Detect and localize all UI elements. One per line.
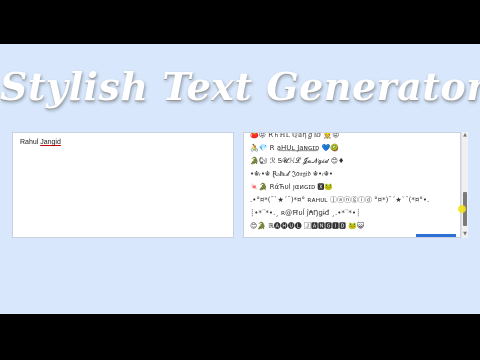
- scroll-down-arrow-icon[interactable]: ▼: [462, 231, 468, 238]
- output-row[interactable]: 🍬🐊 RάЋυl ȷαиɢɪᴅ 🆇🐸: [250, 181, 460, 194]
- mouse-cursor-highlight-icon: [458, 205, 466, 213]
- scroll-up-arrow-icon[interactable]: ▲: [462, 132, 468, 139]
- output-row[interactable]: 🚴💎 R a͟H͟U͟ʟ͟ ͟J͟a͟ɴ͟ɢ͟ɪ͟ᴅ 💙🥝: [250, 142, 460, 155]
- input-value-first: Rahul: [20, 139, 39, 146]
- output-scrollbar[interactable]: ▲ ▼: [461, 132, 468, 238]
- output-row[interactable]: •☬ᵣ•☬ Ɽₐ𝐡ᵤ𝓵 𝔍𝔞𝔫𝔤𝔦𝔡 ☬•ᵣ☬•: [250, 168, 460, 181]
- input-value-second: Jangid: [40, 139, 61, 146]
- output-row[interactable]: ┊•*¨*•.¸ ʀ@Ħυĺ ĵ₳Ŋǥɨđ ¸.•*¨*•┊: [250, 207, 460, 220]
- text-input-box[interactable]: Rahul Jangid: [12, 132, 234, 238]
- load-more-button[interactable]: [416, 234, 456, 237]
- output-rows: 🍅😡 R♄ℍ𝕃 ℚ𝕒ηℊ𝕚ⅆ 👷😡 🚴💎 R a͟H͟U͟ʟ͟ ͟J͟a͟ɴ͟ɢ…: [244, 133, 460, 233]
- output-row[interactable]: 🍅😡 R♄ℍ𝕃 ℚ𝕒ηℊ𝕚ⅆ 👷😡: [250, 133, 460, 142]
- stylish-output-list[interactable]: 🍅😡 R♄ℍ𝕃 ℚ𝕒ηℊ𝕚ⅆ 👷😡 🚴💎 R a͟H͟U͟ʟ͟ ͟J͟a͟ɴ͟ɢ…: [243, 132, 461, 238]
- app-stage: Stylish Text Generator Rahul Jangid 🍅😡 R…: [0, 44, 480, 314]
- page-title: Stylish Text Generator: [0, 64, 480, 109]
- output-row[interactable]: 😊🐊 ℝ🅐🅗🅤🅛 🄹🅰🅽🅶🅸🅳 🐸😺: [250, 220, 460, 233]
- output-row[interactable]: .•°¤*(¯`★´¯)*¤° ʀᴀʜᴜʟ ⓙⓐⓝⓖⓘⓓ °¤*)¯´★`¯(*…: [250, 194, 460, 207]
- output-row[interactable]: 🐊🐿 ℛ Ꭶ𝓤ℋ𝓛 𝓙𝓪𝓝ℊ𝓲𝓭 😊♦: [250, 155, 460, 168]
